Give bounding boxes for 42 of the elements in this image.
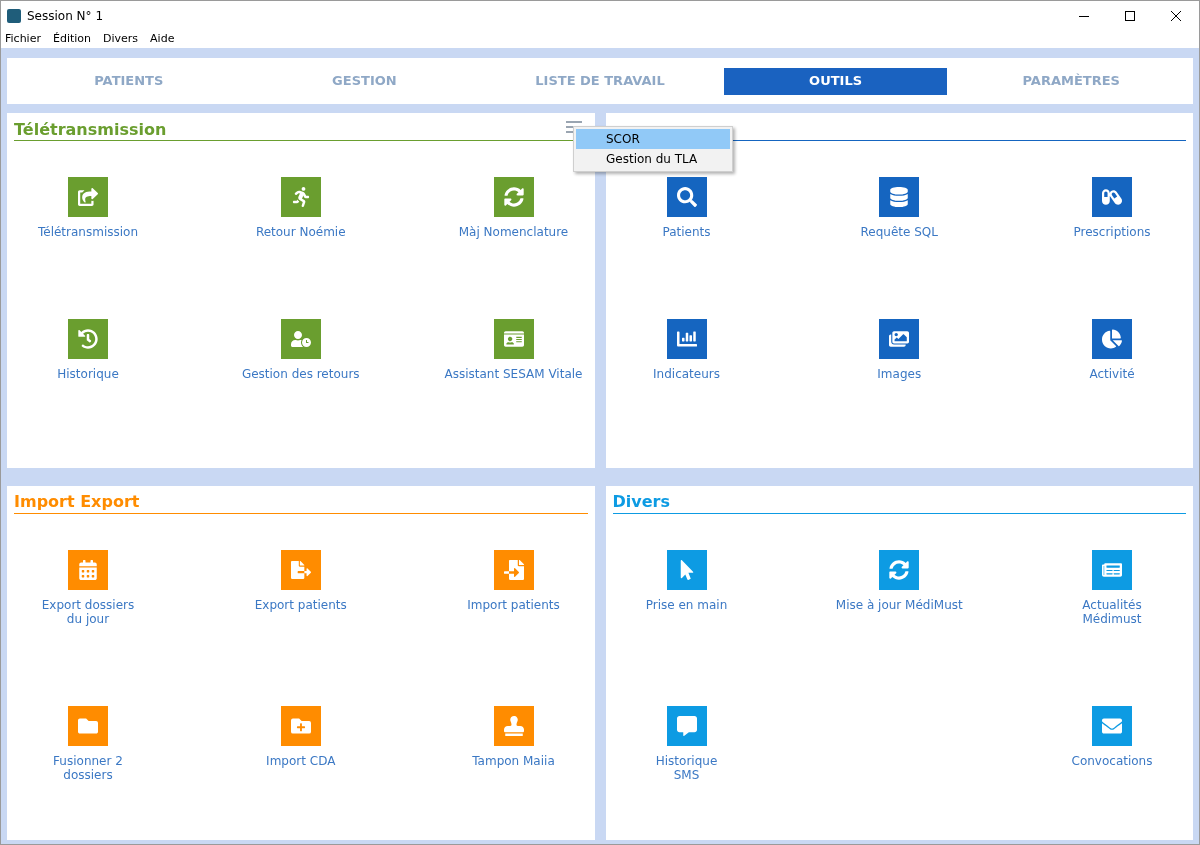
tool-tile[interactable]: Historique SMS xyxy=(611,705,762,782)
tool-tile[interactable]: Historique xyxy=(13,319,163,381)
tab[interactable]: OUTILS xyxy=(723,67,948,95)
tool-tile[interactable]: Patients xyxy=(611,177,762,239)
tab[interactable]: LISTE DE TRAVAIL xyxy=(488,67,712,95)
menu-item[interactable]: SCOR xyxy=(576,129,730,149)
tool-tile[interactable]: Actualités Médimust xyxy=(1037,549,1187,626)
tool-tile[interactable]: Convocations xyxy=(1037,705,1187,782)
tab[interactable]: PATIENTS xyxy=(17,67,241,95)
tool-tile[interactable]: Export patients xyxy=(225,549,376,626)
tool-tile[interactable]: Requête SQL xyxy=(824,177,975,239)
panel-title: Divers xyxy=(612,491,670,513)
tool-tile[interactable]: Retour Noémie xyxy=(225,177,376,239)
tool-tile[interactable]: Màj Nomenclature xyxy=(438,177,589,239)
tool-tile[interactable]: Indicateurs xyxy=(611,319,762,381)
tool-tile[interactable]: Prise en main xyxy=(611,549,762,626)
tool-tile[interactable]: Assistant SESAM Vitale xyxy=(438,319,589,381)
maximize-icon xyxy=(1125,11,1135,21)
tool-tile[interactable]: Import patients xyxy=(438,549,589,626)
tool-tile[interactable]: Prescriptions xyxy=(1037,177,1187,239)
tool-tile[interactable]: Export dossiers du jour xyxy=(13,549,163,626)
tool-tile[interactable]: Tampon Maiia xyxy=(438,705,589,782)
minimize-icon xyxy=(1079,15,1089,17)
menu-item[interactable]: Gestion du TLA xyxy=(576,149,730,169)
panel-title: Télétransmission xyxy=(14,118,167,141)
tool-tile[interactable]: Images xyxy=(824,319,975,381)
menu-bar-item[interactable]: Aide xyxy=(150,31,175,48)
tool-tile[interactable]: Mise à jour MédiMust xyxy=(824,549,975,626)
panel-title: Import Export xyxy=(14,491,140,513)
menu-bar-item[interactable]: Fichier xyxy=(5,31,41,48)
menu-bar-item[interactable]: Édition xyxy=(52,31,91,48)
tab[interactable]: GESTION xyxy=(252,67,477,95)
tool-tile[interactable]: Fusionner 2 dossiers xyxy=(13,705,163,782)
tool-tile[interactable]: Activité xyxy=(1037,319,1187,381)
window-title: Session N° 1 xyxy=(27,8,104,25)
tool-tile[interactable]: Import CDA xyxy=(225,705,376,782)
menu-bar-item[interactable]: Divers xyxy=(103,31,139,48)
tool-tile[interactable]: Télétransmission xyxy=(13,177,163,239)
close-icon xyxy=(1171,11,1181,21)
tool-tile[interactable]: Gestion des retours xyxy=(225,319,376,381)
app-icon xyxy=(7,9,21,23)
tab[interactable]: PARAMÈTRES xyxy=(959,67,1183,95)
